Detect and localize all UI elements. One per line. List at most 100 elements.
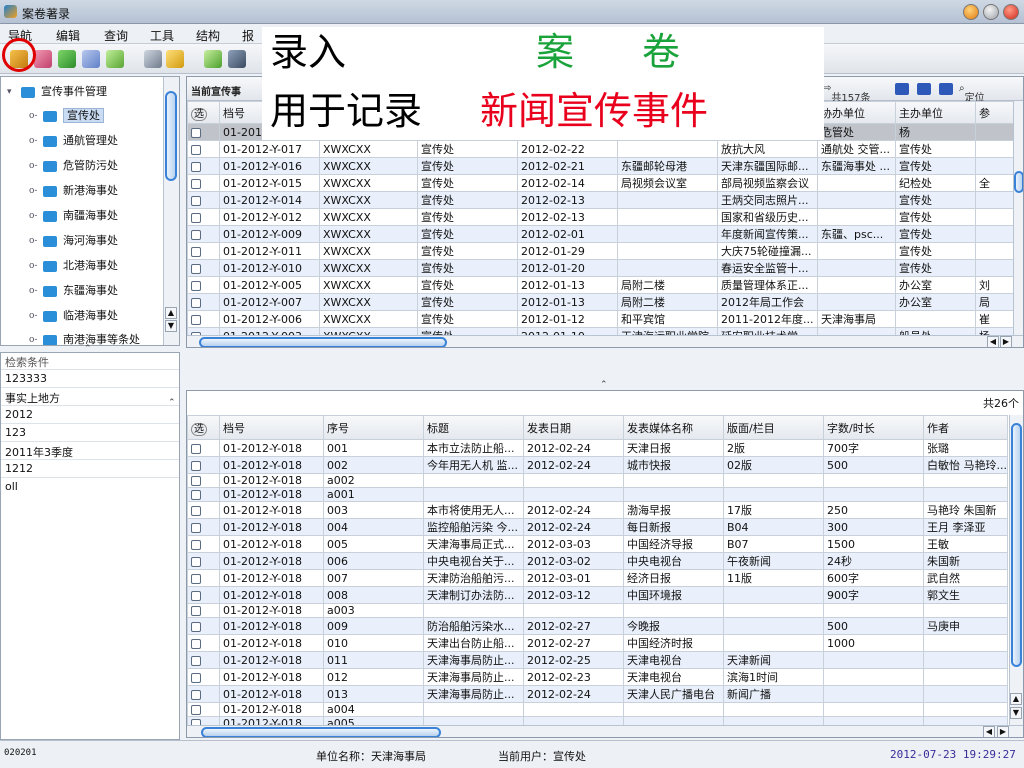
- case-grid-vscroll[interactable]: [1013, 101, 1023, 335]
- expand-icon[interactable]: ▾: [7, 87, 17, 97]
- table-row[interactable]: 01-2012-Y-018 001 本市立法防止船... 2012-02-24 天津日报…: [187, 439, 1008, 457]
- expand-icon[interactable]: o-: [29, 136, 39, 146]
- search-value[interactable]: 123: [5, 426, 26, 440]
- col-header[interactable]: 主办单位: [895, 101, 976, 124]
- nav-item-xingang[interactable]: o- 新港海事处: [29, 182, 118, 200]
- document-icon[interactable]: [106, 50, 124, 68]
- search-value[interactable]: 123333: [5, 372, 47, 386]
- row-checkbox[interactable]: [191, 212, 201, 223]
- row-checkbox[interactable]: [191, 573, 201, 584]
- table-row[interactable]: 01-2012-Y-014 XWXCXX 宣传处 2012-02-13 王炳交同志照片.…: [187, 191, 1014, 209]
- col-header[interactable]: 发表日期: [523, 415, 624, 440]
- expand-icon[interactable]: o-: [29, 161, 39, 171]
- search-value[interactable]: 1212: [5, 462, 33, 476]
- row-checkbox[interactable]: [191, 246, 201, 257]
- col-header[interactable]: 档号: [219, 415, 324, 440]
- menu-tools[interactable]: 工具: [150, 27, 174, 44]
- menu-structure[interactable]: 结构: [196, 27, 220, 44]
- scroll-thumb[interactable]: [1011, 423, 1022, 667]
- table-row[interactable]: 01-2012-Y-018 012 天津海事局防止... 2012-02-23 天津电视…: [187, 668, 1008, 686]
- table-row[interactable]: 01-2012-Y-018 a004: [187, 702, 1008, 717]
- row-checkbox[interactable]: [191, 460, 201, 471]
- expand-icon[interactable]: o-: [29, 211, 39, 221]
- row-checkbox[interactable]: [191, 689, 201, 700]
- scroll-thumb[interactable]: [201, 727, 441, 737]
- table-row[interactable]: 01-2012-Y-018 004 监控船舶污染 今... 2012-02-24 每日新…: [187, 518, 1008, 536]
- article-grid-hscroll[interactable]: ◀ ▶: [187, 725, 1023, 737]
- row-checkbox[interactable]: [191, 443, 201, 454]
- table-row[interactable]: 01-2012-Y-011 XWXCXX 宣传处 2012-01-29 大庆75轮碰撞漏…: [187, 242, 1014, 260]
- menu-edit[interactable]: 编辑: [56, 27, 80, 44]
- nav-item-dongjiang[interactable]: o- 东疆海事处: [29, 282, 118, 300]
- splitter-up-icon[interactable]: ⌃: [84, 344, 92, 354]
- scroll-thumb[interactable]: [199, 337, 447, 347]
- table-row[interactable]: 01-2012-Y-017 XWXCXX 宣传处 2012-02-22 放抗大风 通航处 …: [187, 140, 1014, 158]
- expand-icon[interactable]: o-: [29, 311, 39, 321]
- scroll-right-button[interactable]: ▶: [997, 726, 1009, 737]
- row-checkbox[interactable]: [191, 522, 201, 533]
- nav-item-nangang[interactable]: o- 南港海事等条处: [29, 331, 140, 345]
- col-header[interactable]: 协办单位: [817, 101, 896, 124]
- eraser-icon[interactable]: [34, 50, 52, 68]
- table-row[interactable]: 01-2012-Y-012 XWXCXX 宣传处 2012-02-13 国家和省级历史.…: [187, 208, 1014, 226]
- nav-item-hazmat[interactable]: o- 危管防污处: [29, 157, 118, 175]
- scroll-down-button[interactable]: ▼: [165, 320, 177, 332]
- scroll-down-button[interactable]: ▼: [1010, 707, 1022, 719]
- search-value[interactable]: 2011年3季度: [5, 444, 73, 459]
- row-checkbox[interactable]: [191, 144, 201, 155]
- nav-item-nanjiang[interactable]: o- 南疆海事处: [29, 207, 118, 225]
- leaf-icon[interactable]: [204, 50, 222, 68]
- nav-scrollbar[interactable]: ▲ ▼: [163, 77, 179, 345]
- detail-view-icon[interactable]: [939, 83, 953, 95]
- flag-icon[interactable]: [82, 50, 100, 68]
- table-row[interactable]: 01-2012-Y-018 a001: [187, 487, 1008, 502]
- menu-report[interactable]: 报: [242, 27, 254, 44]
- nav-item-navigation[interactable]: o- 通航管理处: [29, 132, 118, 150]
- row-checkbox[interactable]: [191, 314, 201, 325]
- splitter-up-icon[interactable]: ⌃: [600, 380, 608, 390]
- row-checkbox[interactable]: [191, 263, 201, 274]
- row-checkbox[interactable]: [191, 178, 201, 189]
- minimize-button[interactable]: [963, 4, 979, 20]
- row-checkbox[interactable]: [191, 672, 201, 683]
- row-checkbox[interactable]: [191, 655, 201, 666]
- table-row[interactable]: 01-2012-Y-015 XWXCXX 宣传处 2012-02-14 局视频会议室 部局…: [187, 174, 1014, 192]
- row-checkbox[interactable]: [191, 705, 201, 715]
- table-row[interactable]: 01-2012-Y-018 a002: [187, 473, 1008, 488]
- menu-query[interactable]: 查询: [104, 27, 128, 44]
- table-row[interactable]: 01-2012-Y-018 005 天津海事局正式... 2012-03-03 中国经济…: [187, 535, 1008, 553]
- col-header[interactable]: 字数/时长: [823, 415, 924, 440]
- row-checkbox[interactable]: [191, 556, 201, 567]
- col-header[interactable]: 发表媒体名称: [623, 415, 724, 440]
- row-checkbox[interactable]: [191, 590, 201, 601]
- expand-icon[interactable]: o-: [29, 261, 39, 271]
- row-checkbox[interactable]: [191, 638, 201, 649]
- col-header[interactable]: 作者: [923, 415, 1008, 440]
- grid-view-icon[interactable]: [895, 83, 909, 95]
- table-row[interactable]: 01-2012-Y-016 XWXCXX 宣传处 2012-02-21 东疆邮轮母港 天津…: [187, 157, 1014, 175]
- scroll-thumb[interactable]: [1014, 171, 1023, 193]
- table-row[interactable]: 01-2012-Y-018 007 天津防治船舶污... 2012-03-01 经济日报…: [187, 569, 1008, 587]
- binoculars-icon[interactable]: [228, 50, 246, 68]
- transfer-icon[interactable]: [58, 50, 76, 68]
- row-checkbox[interactable]: [191, 127, 201, 138]
- expand-icon[interactable]: o-: [29, 236, 39, 246]
- table-row[interactable]: 01-2012-Y-018 006 中央电视台关于... 2012-03-02 中央电视…: [187, 552, 1008, 570]
- table-row[interactable]: 01-2012-Y-018 003 本市将使用无人... 2012-02-24 渤海早报…: [187, 501, 1008, 519]
- col-header[interactable]: 版面/栏目: [723, 415, 824, 440]
- list-view-icon[interactable]: [917, 83, 931, 95]
- expand-icon[interactable]: o-: [29, 111, 39, 121]
- scroll-up-button[interactable]: ▲: [165, 307, 177, 319]
- table-row[interactable]: 01-2012-Y-018 008 天津制订办法防... 2012-03-12 中国环境…: [187, 586, 1008, 604]
- col-header[interactable]: 标题: [423, 415, 524, 440]
- scroll-thumb[interactable]: [165, 91, 177, 181]
- table-row[interactable]: 01-2012-Y-018 013 天津海事局防止... 2012-02-24 天津人民…: [187, 685, 1008, 703]
- nav-item-haihe[interactable]: o- 海河海事处: [29, 232, 118, 250]
- scroll-left-button[interactable]: ◀: [987, 336, 999, 347]
- col-header[interactable]: 序号: [323, 415, 424, 440]
- row-checkbox[interactable]: [191, 229, 201, 240]
- table-row[interactable]: 01-2012-Y-010 XWXCXX 宣传处 2012-01-20 春运安全监管十.…: [187, 259, 1014, 277]
- table-row[interactable]: 01-2012-Y-018 011 天津海事局防止... 2012-02-25 天津电视…: [187, 651, 1008, 669]
- table-row[interactable]: 01-2012-Y-005 XWXCXX 宣传处 2012-01-13 局附二楼 质量管理…: [187, 276, 1014, 294]
- row-checkbox[interactable]: [191, 505, 201, 516]
